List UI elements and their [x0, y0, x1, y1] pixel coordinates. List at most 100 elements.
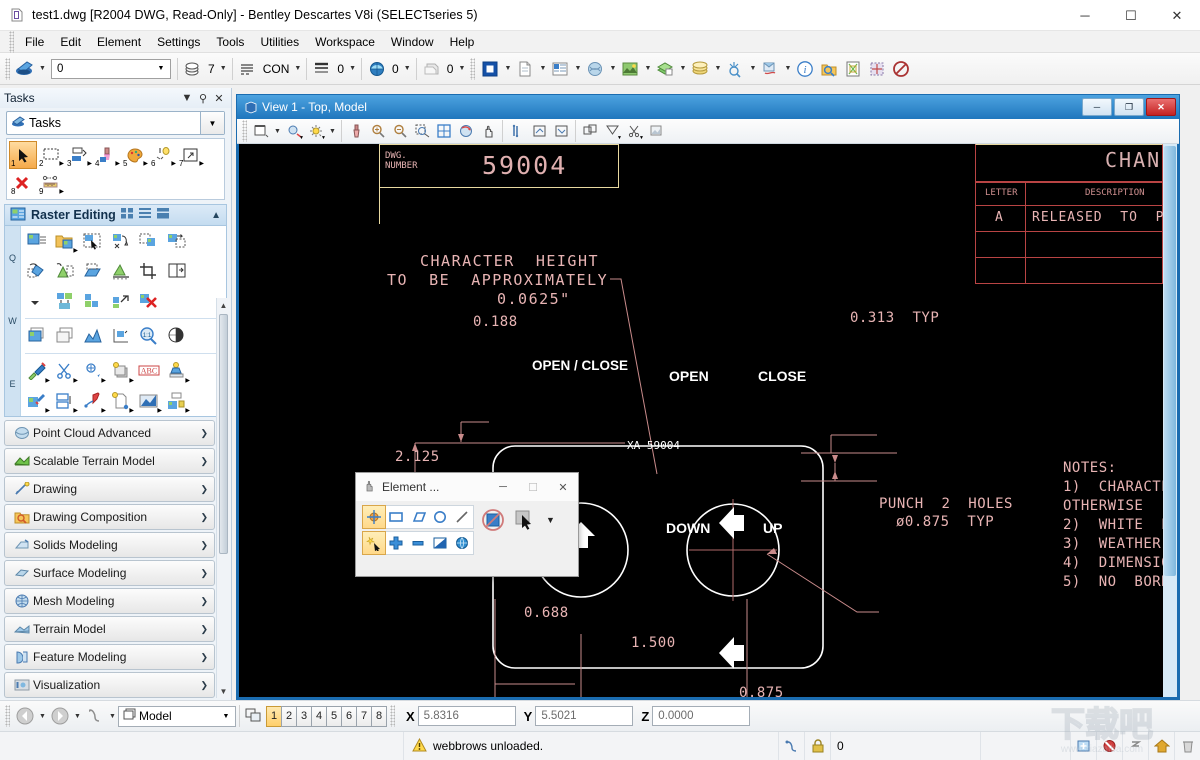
new-file-dropdown[interactable]: ▼ [537, 58, 548, 80]
view-toggle-3[interactable]: 3 [296, 705, 312, 727]
new-file-icon[interactable] [513, 57, 537, 81]
menu-file[interactable]: File [17, 33, 52, 51]
flyout-arrow-icon[interactable]: ▶ [115, 160, 120, 167]
highlight-icon[interactable]: ▶ [107, 357, 135, 385]
element-dialog-close[interactable]: ✕ [548, 473, 578, 501]
bottom-grip-1[interactable] [5, 705, 10, 727]
fence-icon[interactable] [865, 57, 889, 81]
status-level-field[interactable]: 0 [830, 731, 980, 760]
sidebar-item-surface-modeling[interactable]: Surface Modeling ❯ [4, 560, 215, 586]
flyout-arrow-icon[interactable]: ▶ [199, 160, 204, 167]
pin-icon[interactable]: ⚲ [195, 92, 211, 105]
measure-distance-tool[interactable]: 9 ▶ [38, 170, 64, 196]
raster-manager-dropdown[interactable]: ▼ [642, 58, 653, 80]
grid-view-icon[interactable] [120, 208, 134, 222]
chevron-down-icon[interactable]: ▼ [153, 60, 169, 78]
pen-icon[interactable]: ▶ [79, 387, 107, 415]
collapse-icon[interactable]: ▲ [211, 210, 221, 221]
menu-workspace[interactable]: Workspace [307, 33, 383, 51]
coordinate-y-field[interactable]: 5.5021 [535, 706, 634, 726]
scroll-thumb[interactable] [219, 314, 228, 554]
scroll-up-arrow-icon[interactable]: ▲ [217, 298, 230, 312]
new-layer-icon[interactable]: ▶ [107, 387, 135, 415]
chevron-down-icon[interactable]: ❯ [200, 680, 208, 691]
coordinate-z-field[interactable]: 0.0000 [652, 706, 751, 726]
element-attributes-dropdown[interactable]: ▼ [37, 58, 48, 80]
snap-center-icon[interactable] [362, 505, 386, 529]
subtract-icon[interactable] [407, 532, 429, 554]
skew-region-icon[interactable] [79, 257, 107, 285]
warp-region-icon[interactable] [107, 257, 135, 285]
view-minimize-button[interactable]: ─ [1082, 98, 1112, 116]
global-icon[interactable] [451, 532, 473, 554]
magic-select-icon[interactable] [362, 531, 386, 555]
view-groups-dropdown[interactable]: ▼ [502, 58, 513, 80]
view-display-icon[interactable]: ▼ [283, 121, 305, 142]
close-button[interactable]: ✕ [1154, 0, 1200, 31]
element-selection-tool[interactable]: 1 [9, 141, 37, 169]
reference-icon[interactable] [583, 57, 607, 81]
maximize-button[interactable]: ☐ [1108, 0, 1154, 31]
view-toggle-6[interactable]: 6 [341, 705, 357, 727]
sidebar-item-drawing-composition[interactable]: Drawing Composition ❯ [4, 504, 215, 530]
chevron-down-icon[interactable]: ▼ [218, 707, 234, 726]
element-selection-dialog[interactable]: Element ... ─ ☐ ✕ ▼ [355, 472, 579, 577]
view-attributes-icon[interactable] [250, 121, 272, 142]
color-picker-icon[interactable] [181, 57, 205, 81]
menu-element[interactable]: Element [89, 33, 149, 51]
rotate-region-icon[interactable] [23, 257, 51, 285]
element-info-icon[interactable] [1070, 731, 1096, 760]
add-point-icon[interactable]: ▶ [79, 357, 107, 385]
level-display-dropdown[interactable]: ▼ [712, 58, 723, 80]
view-brightness-dropdown[interactable]: ▼ [327, 120, 338, 142]
export-icon[interactable]: ▶ [163, 387, 191, 415]
element-attributes-icon[interactable] [13, 57, 37, 81]
zoom-out-icon[interactable] [389, 121, 411, 142]
detail-view-icon[interactable] [156, 208, 170, 222]
view-restore-button[interactable]: ❐ [1114, 98, 1144, 116]
rectangle-copy-icon[interactable]: ▶ [51, 387, 79, 415]
contrast-icon[interactable] [163, 322, 191, 350]
menu-help[interactable]: Help [442, 33, 483, 51]
view-toggle-5[interactable]: 5 [326, 705, 342, 727]
chevron-down-icon[interactable]: ❯ [200, 624, 208, 635]
bottom-grip-2[interactable] [390, 705, 395, 727]
menu-settings[interactable]: Settings [149, 33, 208, 51]
flyout-arrow-icon[interactable]: ▶ [73, 247, 78, 254]
merge-down-icon[interactable] [23, 287, 51, 315]
raster-properties-icon[interactable] [23, 227, 51, 255]
expand-region-icon[interactable] [107, 287, 135, 315]
flyout-arrow-icon[interactable]: ▼ [617, 135, 622, 141]
info-icon[interactable]: i [793, 57, 817, 81]
task-nav-icon[interactable] [1122, 731, 1148, 760]
stamp-icon[interactable]: ▶ [163, 357, 191, 385]
window-area-icon[interactable] [411, 121, 433, 142]
level-display-icon[interactable] [688, 57, 712, 81]
render-icon[interactable] [645, 121, 667, 142]
element-dialog-minimize[interactable]: ─ [488, 473, 518, 501]
sidebar-item-drawing[interactable]: Drawing ❯ [4, 476, 215, 502]
chevron-down-icon[interactable]: ▼ [200, 112, 224, 134]
scale-tool[interactable]: 7 ▶ [178, 142, 204, 168]
close-icon[interactable]: ✕ [211, 92, 227, 105]
models-icon[interactable] [548, 57, 572, 81]
view-attributes-dropdown[interactable]: ▼ [272, 120, 283, 142]
saved-views-icon[interactable] [758, 57, 782, 81]
clip-element-icon[interactable]: ▼ [623, 121, 645, 142]
delete-element-tool[interactable]: 8 [10, 170, 36, 196]
transparency-icon[interactable] [420, 57, 444, 81]
transform-icon[interactable] [107, 227, 135, 255]
menu-window[interactable]: Window [383, 33, 442, 51]
minimize-button[interactable]: ─ [1062, 0, 1108, 31]
flyout-arrow-icon[interactable]: ▶ [73, 407, 78, 414]
measure-tool[interactable]: 6 ▶ [150, 142, 176, 168]
pointer-select-icon[interactable] [512, 507, 538, 533]
level-manager-icon[interactable] [653, 57, 677, 81]
line-icon[interactable] [451, 506, 473, 528]
flyout-arrow-icon[interactable]: ▶ [185, 377, 190, 384]
flyout-arrow-icon[interactable]: ▶ [185, 407, 190, 414]
raster-editing-section-header[interactable]: Raster Editing ▲ [4, 204, 227, 226]
blend-layers-icon[interactable] [51, 287, 79, 315]
lock-icon[interactable] [804, 731, 830, 760]
fit-view-icon[interactable] [433, 121, 455, 142]
